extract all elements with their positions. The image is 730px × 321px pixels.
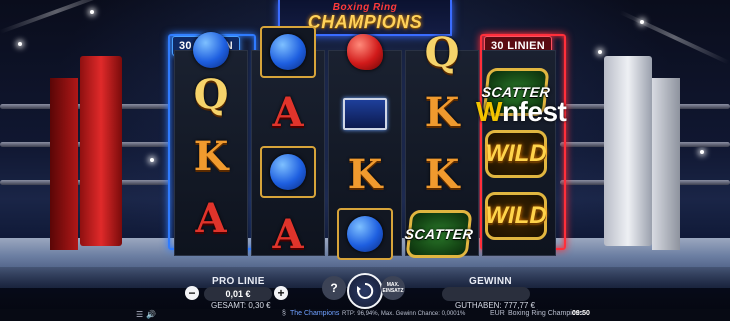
game-brand-icon: § bbox=[282, 310, 286, 317]
sparkle bbox=[640, 20, 644, 24]
symbol-a: A bbox=[272, 210, 304, 258]
watermark-logo: Wnfest bbox=[476, 96, 567, 127]
symbol-scatter: SCATTER bbox=[404, 208, 474, 260]
bet-value: 0,01 € bbox=[204, 287, 272, 301]
game-brand: The Champions bbox=[290, 310, 340, 317]
spin-button[interactable] bbox=[347, 273, 383, 309]
symbol-a: A bbox=[272, 88, 304, 136]
win-label: GEWINN bbox=[469, 276, 512, 287]
sound-icon[interactable]: 🔊 bbox=[146, 310, 156, 319]
sparkle bbox=[598, 50, 602, 54]
white-corner-post bbox=[604, 56, 680, 250]
blue-glove-icon bbox=[347, 216, 383, 252]
max-bet-button[interactable]: MAX. EINSATZ bbox=[381, 276, 405, 300]
red-corner-post bbox=[50, 56, 122, 250]
symbol-glove-frame bbox=[260, 146, 316, 198]
help-button[interactable]: ? bbox=[322, 276, 346, 300]
bet-per-line-label: PRO LINIE bbox=[212, 276, 265, 287]
sparkle bbox=[90, 10, 94, 14]
symbol-glove-frame bbox=[260, 26, 316, 78]
boxing-ring-icon bbox=[343, 98, 387, 130]
symbol-k: K bbox=[193, 132, 229, 180]
bet-increase-button[interactable]: + bbox=[274, 286, 288, 300]
red-glove-icon bbox=[347, 34, 383, 70]
sparkle bbox=[700, 150, 704, 154]
symbol-a: A bbox=[195, 194, 227, 242]
symbol-k: K bbox=[424, 150, 460, 198]
sparkle bbox=[18, 42, 22, 46]
win-value bbox=[442, 287, 530, 301]
bet-decrease-button[interactable]: − bbox=[185, 286, 199, 300]
sparkle bbox=[150, 158, 154, 162]
symbol-q: Q bbox=[193, 70, 229, 118]
symbol-red-glove bbox=[337, 26, 393, 78]
rtp-info: RTP: 96,94%, Max. Gewinn Chance: 0,0001% bbox=[342, 311, 466, 317]
symbol-q: Q bbox=[424, 28, 460, 76]
symbol-k: K bbox=[347, 150, 383, 198]
blue-glove-icon bbox=[193, 32, 229, 68]
spotlight-beam bbox=[0, 0, 114, 34]
blue-glove-icon bbox=[270, 154, 306, 190]
spin-arrows-icon bbox=[357, 282, 374, 299]
symbol-k: K bbox=[424, 88, 460, 136]
reel-grid: Q K A A A K Q K K SCATTER SCATTER WILD W… bbox=[174, 26, 556, 260]
clock: 09:50 bbox=[572, 310, 590, 317]
currency: EUR bbox=[490, 310, 505, 317]
menu-icon[interactable]: ☰ bbox=[136, 310, 143, 319]
symbol-glove-frame bbox=[337, 208, 393, 260]
symbol-wild: WILD bbox=[485, 128, 547, 180]
blue-glove-icon bbox=[270, 34, 306, 70]
symbol-wild: WILD bbox=[485, 190, 547, 242]
symbol-boxing-ring bbox=[337, 88, 393, 140]
